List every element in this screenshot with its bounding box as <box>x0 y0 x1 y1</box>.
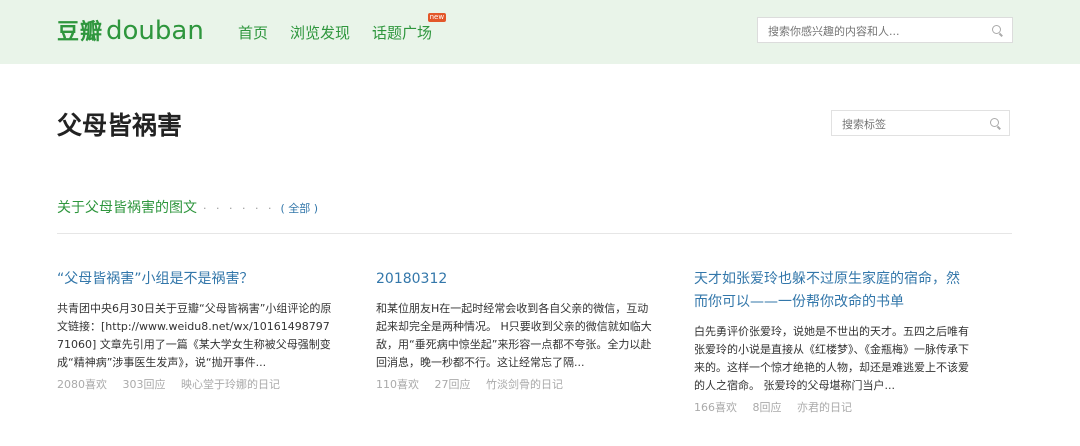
reply-count: 8回应 <box>752 401 782 414</box>
section-title: 关于父母皆祸害的图文 <box>57 200 197 216</box>
top-bar: 豆瓣 douban 首页 浏览发现 话题广场 new <box>0 0 1080 64</box>
article-author[interactable]: 映心堂于玲娜的日记 <box>181 378 280 391</box>
divider <box>57 233 1012 234</box>
like-count: 166喜欢 <box>694 401 737 414</box>
nav-item-browse[interactable]: 浏览发现 <box>290 22 350 43</box>
tag-search <box>831 110 1010 136</box>
article-card: “父母皆祸害”小组是不是祸害？ 共青团中央6月30日关于豆瓣“父母皆祸害”小组评… <box>57 268 335 392</box>
article-excerpt: 白先勇评价张爱玲，说她是不世出的天才。五四之后唯有张爱玲的小说是直接从《红楼梦》… <box>694 325 969 392</box>
logo-english: douban <box>106 16 204 46</box>
like-count: 110喜欢 <box>376 378 419 391</box>
new-badge: new <box>427 13 447 22</box>
view-all-link[interactable]: ( 全部 ) <box>280 200 318 216</box>
article-meta: 2080喜欢 303回应 映心堂于玲娜的日记 <box>57 376 335 392</box>
main-nav: 首页 浏览发现 话题广场 new <box>238 13 454 43</box>
section-header: 关于父母皆祸害的图文 · · · · · · ( 全部 ) <box>57 197 318 217</box>
article-title[interactable]: “父母皆祸害”小组是不是祸害？ <box>57 268 335 291</box>
douban-logo[interactable]: 豆瓣 douban <box>57 14 204 48</box>
article-excerpt: 共青团中央6月30日关于豆瓣“父母皆祸害”小组评论的原文链接：[http://w… <box>57 302 332 369</box>
article-meta: 166喜欢 8回应 亦君的日记 <box>694 399 970 415</box>
article-title[interactable]: 20180312 <box>376 268 654 291</box>
site-search <box>757 17 1013 43</box>
search-icon[interactable] <box>992 25 1001 34</box>
article-author[interactable]: 亦君的日记 <box>797 401 852 414</box>
article-meta: 110喜欢 27回应 竹淡剑骨的日记 <box>376 376 654 392</box>
reply-count: 303回应 <box>122 378 166 391</box>
logo-chinese: 豆瓣 <box>57 20 104 45</box>
reply-count: 27回应 <box>434 378 471 391</box>
article-card: 20180312 和某位朋友H在一起时经常会收到各自父亲的微信，互动起来却完全是… <box>376 268 654 392</box>
page-title: 父母皆祸害 <box>57 111 183 140</box>
tag-search-input[interactable] <box>840 115 984 133</box>
nav-item-topics-label: 话题广场 <box>372 24 433 42</box>
like-count: 2080喜欢 <box>57 378 107 391</box>
article-card: 天才如张爱玲也躲不过原生家庭的宿命，然而你可以——一份帮你改命的书单 白先勇评价… <box>694 268 970 415</box>
article-excerpt: 和某位朋友H在一起时经常会收到各自父亲的微信，互动起来却完全是两种情况。 H只要… <box>376 302 652 369</box>
article-title[interactable]: 天才如张爱玲也躲不过原生家庭的宿命，然而你可以——一份帮你改命的书单 <box>694 268 970 314</box>
nav-item-topics[interactable]: 话题广场 new <box>372 13 447 43</box>
section-dots: · · · · · · <box>203 202 275 215</box>
site-search-input[interactable] <box>766 22 990 40</box>
nav-item-home[interactable]: 首页 <box>238 22 268 43</box>
search-icon[interactable] <box>990 118 999 127</box>
article-author[interactable]: 竹淡剑骨的日记 <box>486 378 563 391</box>
